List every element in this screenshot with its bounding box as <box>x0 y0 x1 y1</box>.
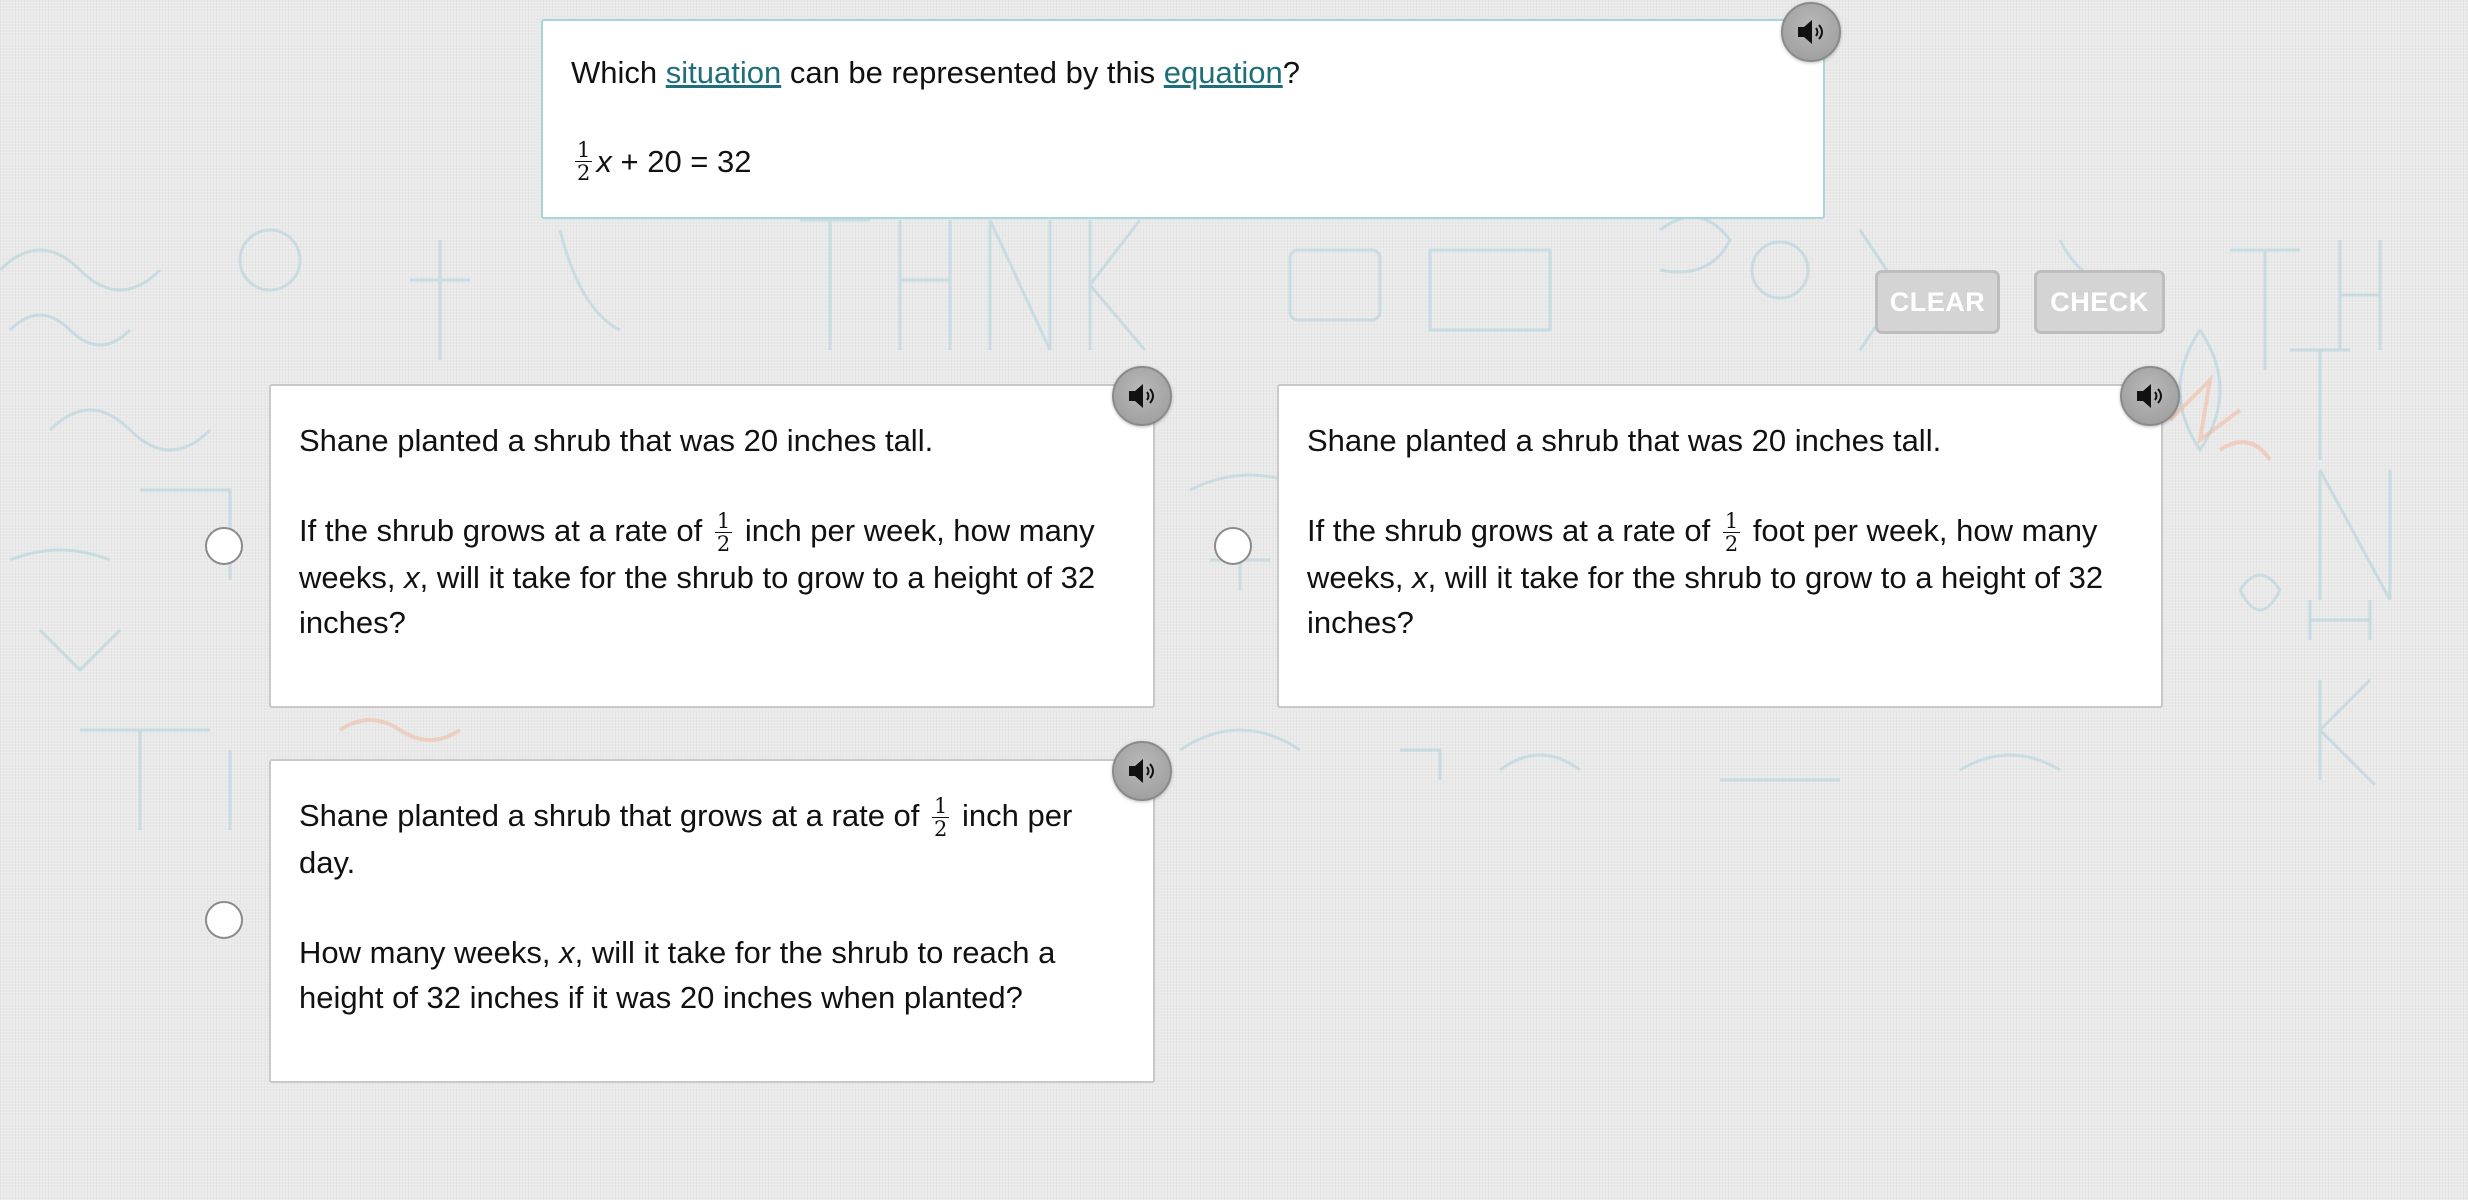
answer-b-text: Shane planted a shrub that was 20 inches… <box>1307 418 2133 645</box>
answer-c-text: Shane planted a shrub that grows at a ra… <box>299 793 1125 1020</box>
speaker-icon <box>1129 384 1154 408</box>
question-audio-button[interactable] <box>1781 2 1841 62</box>
check-button[interactable]: CHECK <box>2034 270 2165 334</box>
answer-c-paragraph-2: How many weeks, x, will it take for the … <box>299 930 1125 1020</box>
question-equation: 1 2 x + 20 = 32 <box>571 139 752 184</box>
fraction-denominator: 2 <box>716 532 731 557</box>
fraction-denominator: 2 <box>1724 532 1739 557</box>
fraction-numerator: 1 <box>714 509 733 534</box>
answer-a-radio[interactable] <box>205 527 243 565</box>
fraction-numerator: 1 <box>575 138 593 162</box>
answer-c-paragraph-1: Shane planted a shrub that grows at a ra… <box>299 793 1125 885</box>
answer-c-variable: x <box>559 935 575 971</box>
fraction-denominator: 2 <box>934 817 948 842</box>
clear-button[interactable]: CLEAR <box>1875 270 2000 334</box>
speaker-icon <box>1798 20 1823 44</box>
answer-b-text-part: If the shrub grows at a rate of <box>1307 513 1719 548</box>
equation-rest: + 20 = 32 <box>611 143 752 179</box>
answer-c-audio-button[interactable] <box>1112 741 1172 801</box>
answer-b-paragraph-1: Shane planted a shrub that was 20 inches… <box>1307 423 1942 458</box>
answer-a-text: Shane planted a shrub that was 20 inches… <box>299 418 1125 645</box>
answer-b-paragraph-2: If the shrub grows at a rate of 12 foot … <box>1307 508 2133 645</box>
speaker-icon <box>1129 759 1154 783</box>
answer-b-variable: x <box>1412 560 1428 596</box>
fraction-numerator: 1 <box>1722 509 1741 534</box>
question-card: Which situation can be represented by th… <box>541 19 1825 219</box>
fraction-numerator: 1 <box>932 794 950 819</box>
question-suffix: ? <box>1282 55 1300 90</box>
speaker-icon <box>2137 384 2162 408</box>
answer-b-fraction: 12 <box>1722 509 1741 557</box>
answer-c-text-part: Shane planted a shrub that grows at a ra… <box>299 798 929 833</box>
question-prompt: Which situation can be represented by th… <box>571 53 1300 93</box>
fraction-denominator: 2 <box>577 161 591 185</box>
answer-a-audio-button[interactable] <box>1112 366 1172 426</box>
answer-card-c[interactable]: Shane planted a shrub that grows at a ra… <box>269 759 1155 1083</box>
answer-c-text-part: How many weeks, <box>299 935 560 971</box>
equation-variable: x <box>596 143 612 179</box>
answer-card-a[interactable]: Shane planted a shrub that was 20 inches… <box>269 384 1155 708</box>
question-prefix: Which <box>571 55 666 90</box>
answer-a-fraction: 12 <box>714 509 733 557</box>
answer-a-variable: x <box>404 560 420 596</box>
answer-b-audio-button[interactable] <box>2120 366 2180 426</box>
answer-card-b[interactable]: Shane planted a shrub that was 20 inches… <box>1277 384 2163 708</box>
answer-b-radio[interactable] <box>1214 527 1252 565</box>
answer-a-paragraph-1: Shane planted a shrub that was 20 inches… <box>299 423 934 458</box>
answer-c-radio[interactable] <box>205 901 243 939</box>
question-middle: can be represented by this <box>781 55 1164 90</box>
answer-a-paragraph-2: If the shrub grows at a rate of 12 inch … <box>299 508 1125 645</box>
answer-c-fraction: 12 <box>932 794 950 842</box>
vocab-link-equation[interactable]: equation <box>1164 55 1283 90</box>
answer-a-text-part: If the shrub grows at a rate of <box>299 513 711 548</box>
vocab-link-situation[interactable]: situation <box>666 55 781 90</box>
equation-fraction: 1 2 <box>575 138 593 185</box>
